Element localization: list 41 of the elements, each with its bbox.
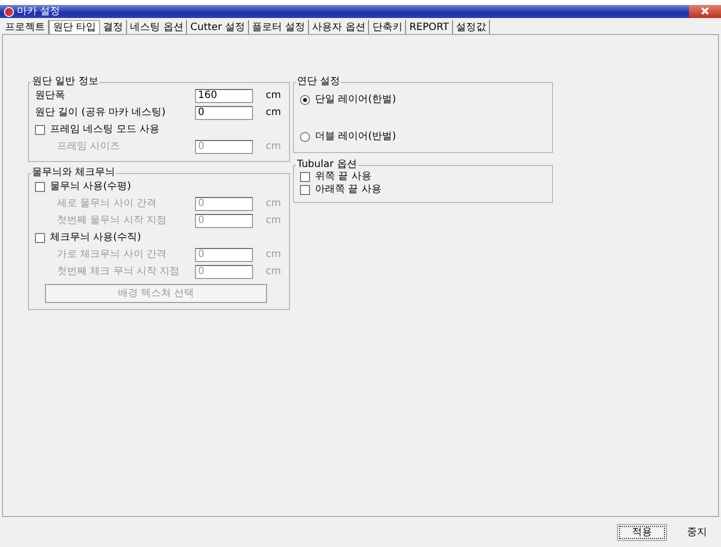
unit-label: cm xyxy=(264,197,281,211)
radio-label: 단일 레이어(한벌) xyxy=(315,93,397,107)
field-label: 첫번째 물무늬 시작 지점 xyxy=(57,214,168,228)
radio-label: 더블 레이어(반벌) xyxy=(315,130,397,144)
close-button[interactable] xyxy=(689,5,721,18)
app-icon xyxy=(4,6,14,16)
checkbox[interactable] xyxy=(35,182,45,192)
stop-button[interactable]: 중지 xyxy=(679,524,715,540)
checkbox-label: 프레임 네스팅 모드 사용 xyxy=(50,123,161,137)
unit-label: cm xyxy=(264,140,281,154)
checkbox-label: 물무늬 사용(수평) xyxy=(50,180,132,194)
unit-label: cm xyxy=(264,214,281,228)
input-field[interactable]: 160 xyxy=(195,88,253,102)
group-title: Tubular 옵션 xyxy=(296,160,358,170)
group-title: 연단 설정 xyxy=(296,77,342,87)
checkbox-label: 아래쪽 끝 사용 xyxy=(315,183,382,197)
window-title: 마카 설정 xyxy=(17,6,60,16)
checkbox[interactable] xyxy=(300,184,310,194)
field-label: 첫번째 체크 무늬 시작 지점 xyxy=(57,265,181,279)
input-field[interactable]: 0 xyxy=(195,106,253,120)
apply-button[interactable]: 적용 xyxy=(617,524,667,540)
checkbox[interactable] xyxy=(300,172,310,182)
field-label: 원단 길이 (공유 마카 네스팅) xyxy=(35,106,167,120)
unit-label: cm xyxy=(264,265,281,279)
checkbox[interactable] xyxy=(35,124,45,134)
checkbox[interactable] xyxy=(35,232,45,242)
checkbox-label: 위쪽 끝 사용 xyxy=(315,170,372,184)
radio-button[interactable] xyxy=(300,132,310,142)
radio-button[interactable] xyxy=(300,94,310,104)
field-label: 가로 체크무늬 사이 간격 xyxy=(57,248,168,262)
close-icon xyxy=(701,6,709,15)
checkbox-label: 체크무늬 사용(수직) xyxy=(50,231,142,245)
unit-label: cm xyxy=(264,89,281,103)
field-label: 세로 물무늬 사이 간격 xyxy=(57,197,158,211)
tab[interactable]: 원단 타입 xyxy=(49,20,100,34)
field-label: 원단폭 xyxy=(35,89,66,103)
group-title: 물무늬와 체크무늬 xyxy=(31,168,116,178)
field-label: 프레임 사이즈 xyxy=(57,140,122,154)
unit-label: cm xyxy=(264,106,281,120)
unit-label: cm xyxy=(264,248,281,262)
group-title: 원단 일반 정보 xyxy=(31,77,100,87)
